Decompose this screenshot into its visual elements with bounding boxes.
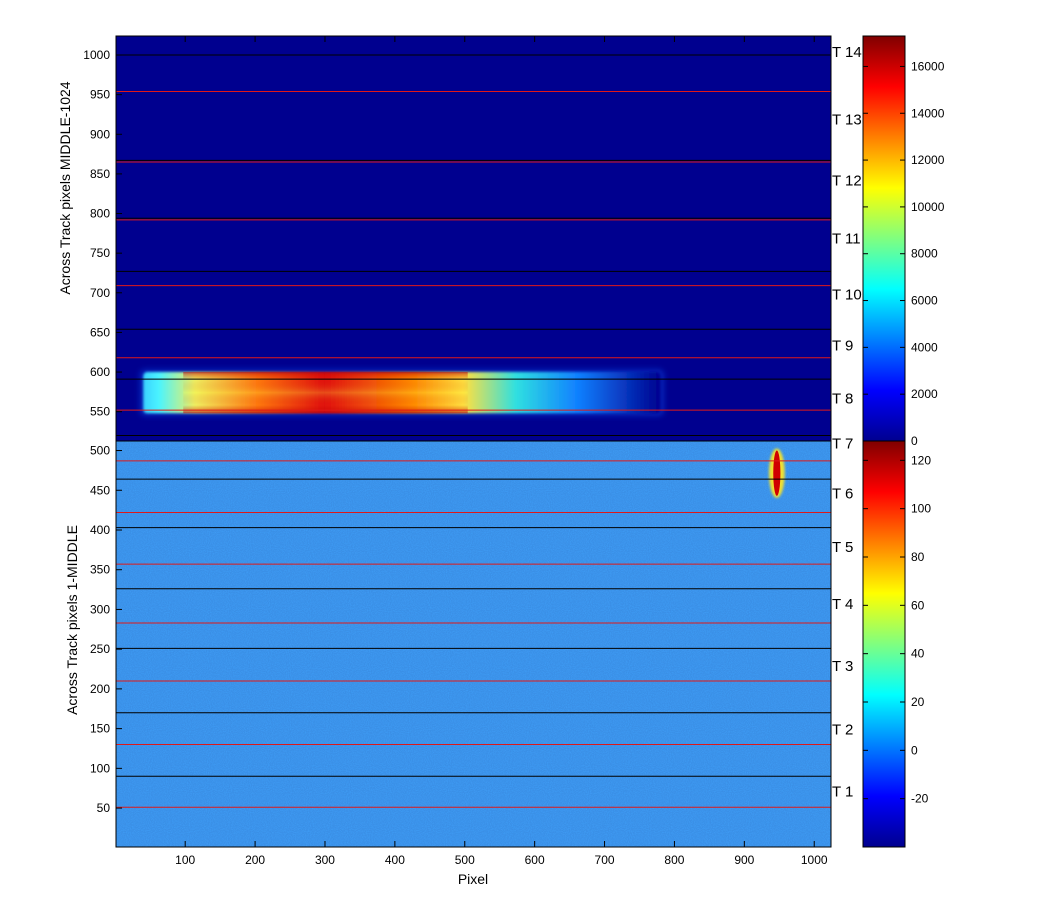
x-tick-label: 600 bbox=[525, 853, 545, 867]
track-label: T 1 bbox=[832, 784, 853, 801]
track-label: T 14 bbox=[832, 44, 862, 61]
bottom-y-tick-label: 350 bbox=[90, 563, 110, 577]
bottom-y-axis-label: Across Track pixels 1-MIDDLE bbox=[64, 525, 80, 715]
bottom-heatmap-noise bbox=[116, 441, 831, 847]
track-label: T 12 bbox=[832, 172, 862, 189]
bottom-colorbar-label: 80 bbox=[911, 550, 925, 564]
top-colorbar-label: 16000 bbox=[911, 59, 945, 73]
bottom-colorbar-label: 0 bbox=[911, 743, 918, 757]
track-label: T 2 bbox=[832, 722, 853, 739]
top-colorbar-label: 0 bbox=[911, 434, 918, 448]
top-y-tick-label: 900 bbox=[90, 127, 110, 141]
top-colorbar bbox=[862, 35, 906, 442]
top-y-tick-label: 600 bbox=[90, 365, 110, 379]
top-colorbar-label: 6000 bbox=[911, 294, 938, 308]
track-label: T 7 bbox=[832, 436, 853, 453]
bottom-y-tick-label: 50 bbox=[97, 801, 111, 815]
bottom-y-tick-label: 100 bbox=[90, 761, 110, 775]
top-colorbar-label: 8000 bbox=[911, 247, 938, 261]
top-y-tick-label: 650 bbox=[90, 325, 110, 339]
top-y-tick-label: 950 bbox=[90, 88, 110, 102]
track-label: T 4 bbox=[832, 596, 853, 613]
bottom-colorbar-label: 100 bbox=[911, 502, 931, 516]
track-label: T 3 bbox=[832, 658, 853, 675]
track-label: T 11 bbox=[832, 230, 861, 247]
bottom-colorbar bbox=[862, 440, 906, 848]
x-tick-label: 1000 bbox=[801, 853, 828, 867]
x-tick-label: 700 bbox=[595, 853, 615, 867]
top-band-edge-shading bbox=[183, 372, 468, 414]
top-y-tick-label: 550 bbox=[90, 405, 110, 419]
top-y-tick-label: 850 bbox=[90, 167, 110, 181]
x-tick-label: 200 bbox=[245, 853, 265, 867]
track-label: T 5 bbox=[832, 539, 853, 556]
track-label: T 9 bbox=[832, 337, 853, 354]
x-tick-label: 500 bbox=[455, 853, 475, 867]
x-axis-label: Pixel bbox=[458, 871, 488, 887]
bottom-y-tick-label: 500 bbox=[90, 444, 110, 458]
bottom-heatmap-panel bbox=[116, 441, 831, 847]
top-colorbar-label: 2000 bbox=[911, 387, 938, 401]
bottom-colorbar-label: 120 bbox=[911, 453, 931, 467]
track-label: T 6 bbox=[832, 486, 853, 503]
bottom-y-tick-label: 400 bbox=[90, 523, 110, 537]
figure: 100 200 300 400 500 600 700 800 900 1000550600650… bbox=[57, 35, 945, 887]
top-heatmap-panel bbox=[116, 35, 831, 441]
bottom-y-tick-label: 250 bbox=[90, 642, 110, 656]
x-tick-label: 800 bbox=[664, 853, 684, 867]
bottom-colorbar-label: -20 bbox=[911, 792, 929, 806]
bottom-y-tick-label: 150 bbox=[90, 722, 110, 736]
top-colorbar-label: 12000 bbox=[911, 153, 945, 167]
top-y-axis-label: Across Track pixels MIDDLE-1024 bbox=[57, 81, 73, 294]
top-y-tick-label: 750 bbox=[90, 246, 110, 260]
top-y-tick-label: 800 bbox=[90, 207, 110, 221]
bottom-colorbar-label: 60 bbox=[911, 598, 925, 612]
x-tick-label: 100 bbox=[175, 853, 195, 867]
x-tick-label: 300 bbox=[315, 853, 335, 867]
hot-spot bbox=[773, 450, 781, 496]
track-label: T 10 bbox=[832, 287, 862, 304]
top-colorbar-label: 14000 bbox=[911, 106, 945, 120]
bottom-y-tick-label: 300 bbox=[90, 602, 110, 616]
bottom-colorbar-label: 20 bbox=[911, 695, 925, 709]
top-y-tick-label: 700 bbox=[90, 286, 110, 300]
x-tick-label: 400 bbox=[385, 853, 405, 867]
bottom-y-tick-label: 450 bbox=[90, 483, 110, 497]
top-colorbar-label: 10000 bbox=[911, 200, 945, 214]
top-colorbar-label: 4000 bbox=[911, 340, 938, 354]
track-label: T 8 bbox=[832, 390, 853, 407]
bottom-colorbar-label: 40 bbox=[911, 647, 925, 661]
bottom-y-tick-label: 200 bbox=[90, 682, 110, 696]
top-y-tick-label: 1000 bbox=[83, 48, 110, 62]
x-tick-label: 900 bbox=[734, 853, 754, 867]
track-label: T 13 bbox=[832, 111, 862, 128]
